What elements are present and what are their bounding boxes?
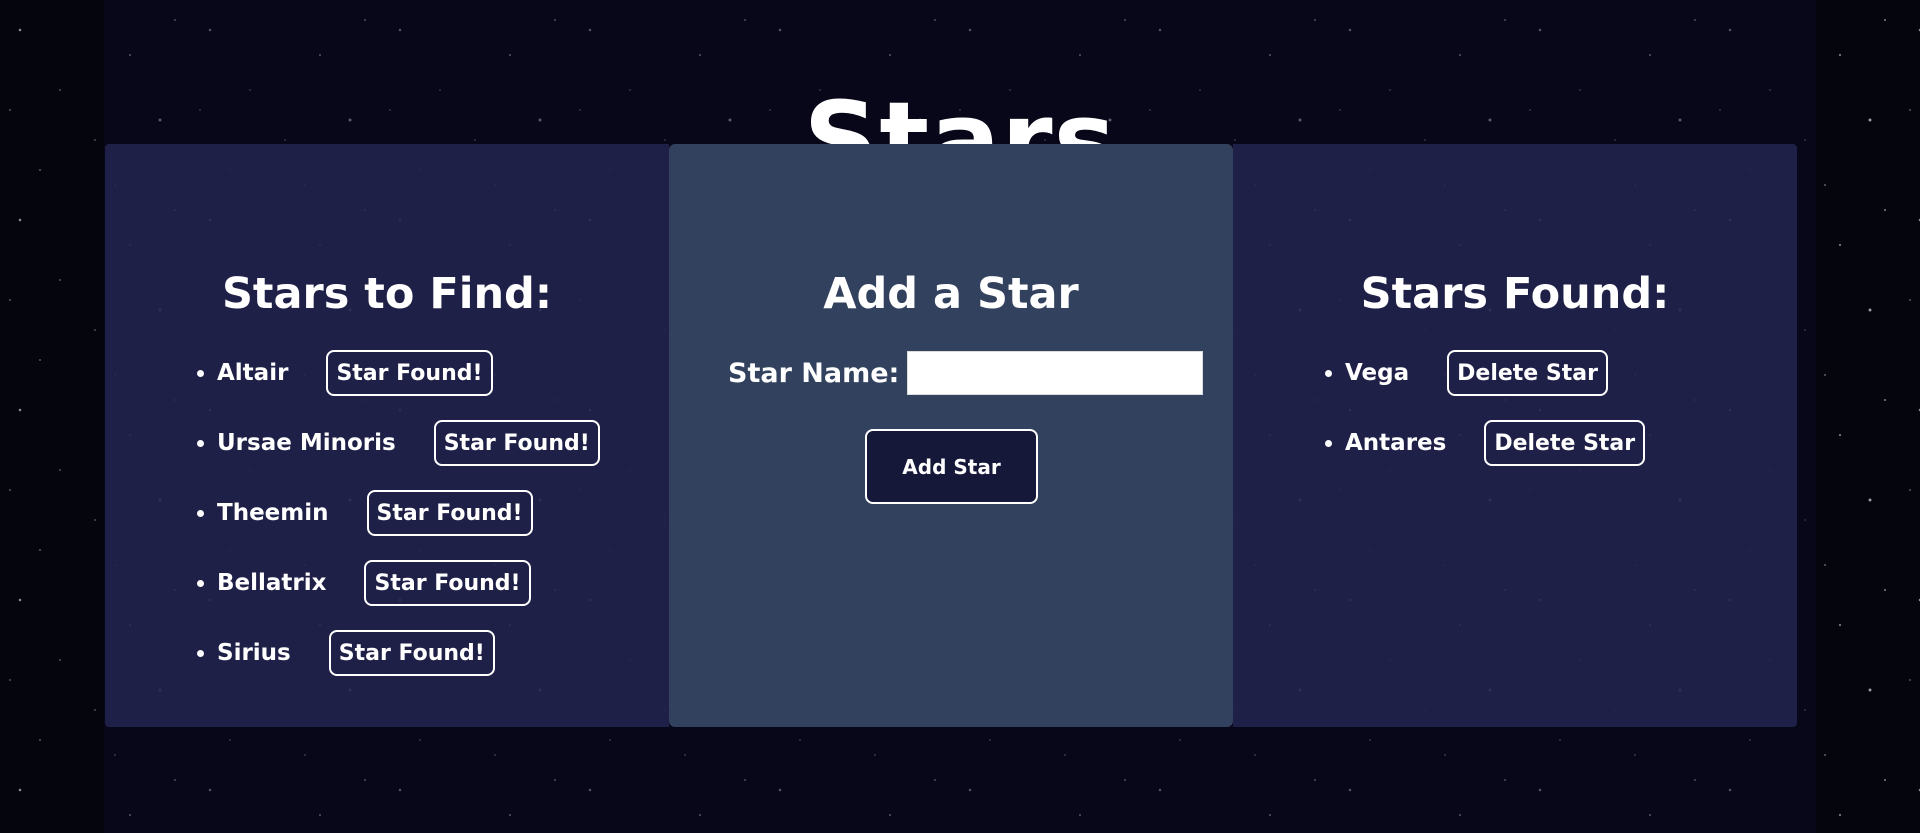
star-name-input[interactable] (907, 351, 1204, 395)
list-item: Vega Delete Star (1323, 350, 1645, 396)
star-name: Sirius (217, 640, 291, 666)
stars-found-heading: Stars Found: (1360, 268, 1670, 319)
star-name: Theemin (217, 500, 329, 526)
star-name: Vega (1345, 360, 1410, 386)
stars-to-find-list: Altair Star Found! Ursae Minoris Star Fo… (195, 350, 600, 700)
star-found-button[interactable]: Star Found! (326, 350, 493, 396)
stars-found-list: Vega Delete Star Antares Delete Star (1323, 350, 1646, 490)
delete-star-button[interactable]: Delete Star (1447, 350, 1608, 396)
stars-found-panel: Stars Found: Vega Delete Star Antares De… (1233, 144, 1797, 727)
star-name: Altair (217, 360, 289, 386)
star-name: Antares (1345, 430, 1447, 456)
delete-star-button[interactable]: Delete Star (1484, 420, 1646, 466)
list-item: Altair Star Found! (195, 350, 600, 396)
list-item: Ursae Minoris Star Found! (195, 420, 600, 466)
add-star-button[interactable]: Add Star (865, 429, 1038, 504)
star-found-button[interactable]: Star Found! (328, 630, 495, 676)
star-name: Bellatrix (217, 570, 327, 596)
list-item: Theemin Star Found! (195, 490, 600, 536)
star-found-button[interactable]: Star Found! (433, 420, 600, 466)
star-name-label: Star Name: (728, 357, 900, 389)
list-item: Antares Delete Star (1323, 420, 1646, 466)
star-name-form-row: Star Name: (728, 350, 1204, 396)
list-item: Bellatrix Star Found! (195, 560, 600, 606)
star-name: Ursae Minoris (217, 430, 396, 456)
stars-to-find-panel: Stars to Find: Altair Star Found! Ursae … (105, 144, 669, 727)
star-found-button[interactable]: Star Found! (366, 490, 533, 536)
star-found-button[interactable]: Star Found! (364, 560, 531, 606)
list-item: Sirius Star Found! (195, 630, 600, 676)
stars-to-find-heading: Stars to Find: (221, 268, 553, 319)
add-star-panel: Add a Star Star Name: Add Star (669, 144, 1233, 727)
add-star-heading: Add a Star (823, 268, 1079, 319)
